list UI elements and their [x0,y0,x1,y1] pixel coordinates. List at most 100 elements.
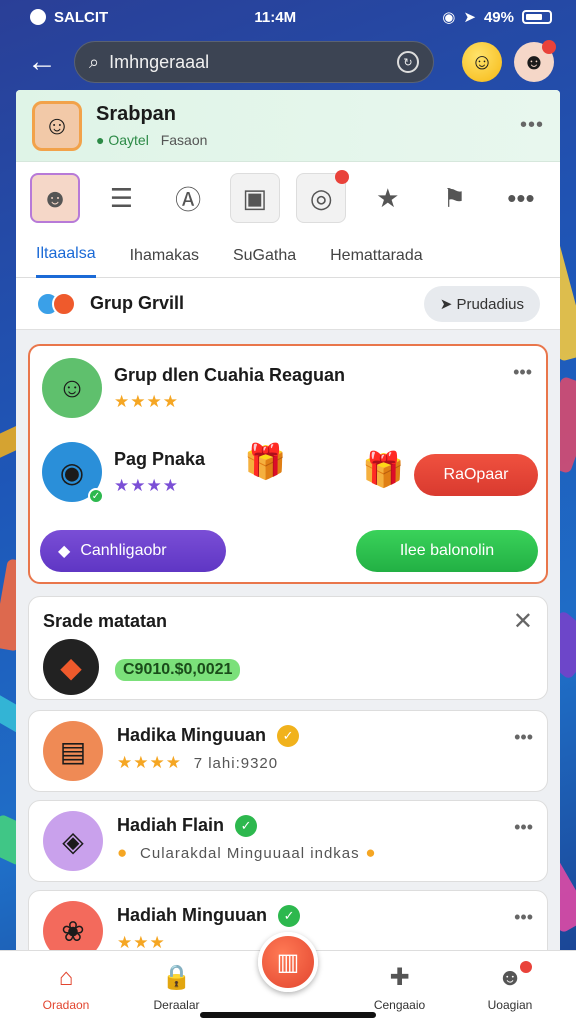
reward-title-1: Grup dlen Cuahia Reaguan [114,364,346,385]
item-meta-1-text: 7 lahi:9320 [193,755,279,773]
more-icon[interactable]: ••• [496,173,546,223]
more-options-icon[interactable]: ••• [520,114,544,137]
item-meta-2-text: Cularakdal Minguuaal indkas [140,845,360,863]
item-meta-1: ★★★★ 7 lahi:9320 [117,753,299,773]
item-title-3: Hadiah Minguuan ✓ [117,905,301,928]
coins-icon[interactable]: ☰ [97,173,147,223]
target-icon[interactable]: ◎ [296,170,350,223]
lock-icon: 🔒 [161,964,192,991]
shortcut-row: ☻ ☰ Ⓐ ▣ ◎ ★ ⚑ ••• [16,162,560,234]
section-avatar: ◆ [43,639,99,695]
change-button[interactable]: ◆ Canhligaobr [40,530,226,572]
tab-4[interactable]: Hemattarada [330,234,423,278]
book-icon: ▥ [276,948,300,976]
open-button[interactable]: RaOpaar [414,454,538,496]
emoji-button[interactable]: ☺ [462,42,502,82]
app-status-icon [30,9,46,25]
list-item[interactable]: ▤ Hadika Minguuan ✓ ★★★★ 7 lahi:9320 ••• [28,710,548,792]
online-dot-icon: ● [96,132,105,148]
profile-avatar[interactable]: ☻ [514,40,556,82]
coin-icon-2: ● [365,843,377,863]
center-action-button[interactable]: ▥ [258,932,318,992]
coin-icon: ● [117,843,129,863]
carrier-label: SALCIT [54,8,109,26]
reward-row-2[interactable]: ◉ ✓ Pag Pnaka ★★★★ [42,442,206,504]
list-item[interactable]: ◈ Hadiah Flain ✓ ● Cularakdal Minguuaal … [28,800,548,882]
top-app-bar: ← ⌕ Imhngeraaal ↻ ☺ ☻ [16,34,560,90]
item-more-icon-3[interactable]: ••• [514,907,533,928]
profile-header: ☺ Srabpan ● Oaytel Fasaon ••• [16,90,560,162]
search-icon: ⌕ [89,51,100,72]
group-icons [36,291,76,316]
location-icon: ◉ [442,9,456,26]
verified-icon: ✓ [235,815,258,838]
tab-1[interactable]: Iltaaalsa [36,234,96,278]
nav-home-label: Oradaon [42,997,90,1012]
item-avatar-2: ◈ [43,811,103,871]
profile-sub-text: Fasaon [160,132,208,148]
nav-user[interactable]: ☻ Uoagian [466,951,554,1024]
user-face-icon: ☻ [522,49,546,74]
back-button[interactable]: ← [22,42,62,82]
photo-icon[interactable]: ▣ [229,173,280,223]
item-title-1: Hadika Minguuan ✓ [117,725,300,748]
verified-icon: ✓ [277,725,300,748]
item-title-2: Hadiah Flain ✓ [117,815,377,838]
battery-icon [521,10,552,24]
verified-icon: ✓ [278,905,301,928]
gift-box-icon: 🎁 [244,443,287,481]
item-stars-1: ★★★★ [117,753,182,773]
item-title-3-text: Hadiah Minguuan [117,905,267,925]
item-avatar-1: ▤ [43,721,103,781]
profile-status: ● Oaytel Fasaon [96,132,207,148]
group-action-button[interactable]: ➤ Prudadius [423,285,540,322]
battery-label: 49% [483,8,514,26]
refresh-icon[interactable]: ↻ [397,51,419,73]
reward-title-2: Pag Pnaka [114,448,206,469]
change-button-label: Canhligaobr [80,542,167,559]
card-more-icon[interactable]: ••• [513,362,532,383]
reward-avatar-1: ☺ [42,358,102,418]
group-action-label: Prudadius [456,295,524,313]
search-input[interactable]: ⌕ Imhngeraaal ↻ [74,41,434,83]
pin-icon[interactable]: ⚑ [429,173,479,223]
ticket-icon: ◆ [58,543,71,560]
item-title-2-text: Hadiah Flain [117,815,225,835]
nav-home[interactable]: ⌂ Oradaon [22,951,110,1024]
tab-3[interactable]: SuGatha [233,234,296,278]
item-more-icon-2[interactable]: ••• [514,817,533,838]
home-indicator [200,1012,376,1018]
user-avatar-shortcut[interactable]: ☻ [30,173,80,223]
close-icon[interactable]: ✕ [513,607,533,636]
notification-badge [542,40,556,54]
reward-card: ☺ Grup dlen Cuahia Reaguan ★★★★ ••• ◉ ✓ P… [28,344,548,584]
navigation-icon: ➤ [463,9,476,26]
shape-icon: ◆ [60,651,82,683]
group-icon-orange [52,291,76,316]
send-icon: ➤ [439,295,457,313]
reward-row-1[interactable]: ☺ Grup dlen Cuahia Reaguan ★★★★ [42,358,345,418]
item-title-1-text: Hadika Minguuan [117,725,267,745]
award-icon[interactable]: Ⓐ [163,173,213,223]
section-title: Srade matatan [43,611,168,631]
gift-box-pink-icon: 🎁 [362,451,405,489]
nav-user-label: Uoagian [487,997,533,1012]
section-card: Srade matatan ✕ ◆ C9010.$0,0021 [28,596,548,700]
profile-name: Srabpan [96,103,177,125]
user-icon: ☻ [497,963,523,991]
home-icon: ⌂ [58,963,74,991]
profile-picture[interactable]: ☺ [32,100,82,151]
rating-stars-1: ★★★★ [114,391,179,411]
star-icon[interactable]: ★ [363,173,413,223]
item-meta-2: ● Cularakdal Minguuaal indkas ● [117,843,377,863]
nav-lock-label: Deraalar [153,998,200,1012]
claim-button[interactable]: Ilee balonolin [356,530,538,572]
nav-notification-dot [520,961,532,973]
search-value: Imhngeraaal [109,51,210,72]
item-more-icon-1[interactable]: ••• [514,727,533,748]
tab-2[interactable]: Ihamakas [130,234,199,278]
status-bar: SALCIT 11:4M ◉ ➤ 49% [0,0,576,34]
main-sheet: ☺ Srabpan ● Oaytel Fasaon ••• ☻ ☰ Ⓐ ▣ ◎ … [16,90,560,1024]
rating-stars-2: ★★★★ [114,475,179,495]
amount-chip: C9010.$0,0021 [115,659,241,681]
